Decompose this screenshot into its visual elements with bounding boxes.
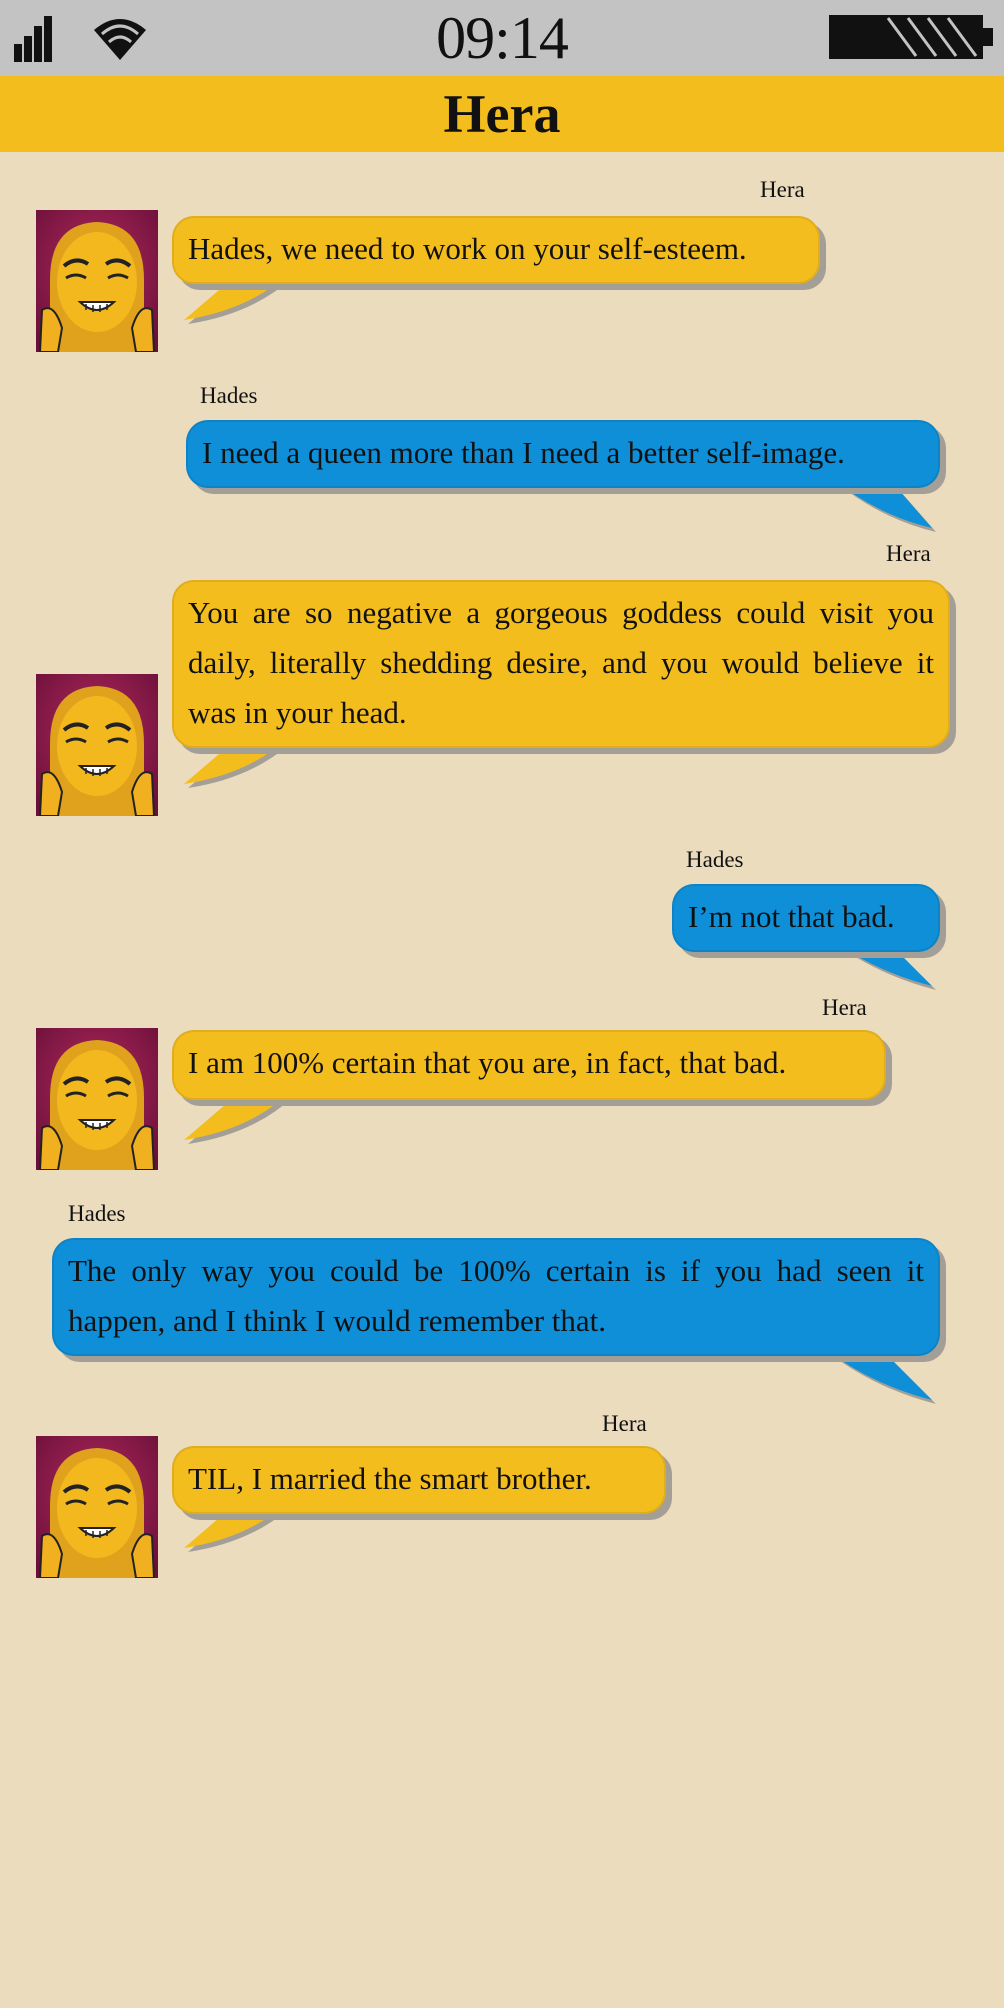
message-sender: Hades [200, 383, 258, 408]
message-bubble-hades[interactable]: The only way you could be 100% certain i… [52, 1238, 940, 1356]
message-bubble-hera[interactable]: Hades, we need to work on your self-este… [172, 216, 820, 284]
message-sender: Hades [68, 1201, 126, 1226]
chat-title: Hera [443, 84, 561, 144]
message-bubble-hera[interactable]: I am 100% certain that you are, in fact,… [172, 1030, 886, 1100]
message-bubble-hera[interactable]: TIL, I married the smart brother. [172, 1446, 666, 1514]
message-bubble-hades[interactable]: I’m not that bad. [672, 884, 940, 952]
message-sender: Hera [886, 541, 931, 566]
hera-avatar[interactable] [36, 1436, 158, 1578]
message-sender: Hera [760, 177, 805, 202]
chat-header: Hera [0, 76, 1004, 152]
message-sender: Hera [822, 995, 867, 1020]
message-sender: Hera [602, 1411, 647, 1436]
status-bar: 09:14 [0, 0, 1004, 76]
battery-icon [829, 15, 993, 59]
message-bubble-hera[interactable]: You are so negative a gorgeous goddess c… [172, 580, 950, 748]
hera-avatar[interactable] [36, 1028, 158, 1170]
message-sender: Hades [686, 847, 744, 872]
hera-avatar[interactable] [36, 210, 158, 352]
message-bubble-hades[interactable]: I need a queen more than I need a better… [186, 420, 940, 488]
hera-avatar[interactable] [36, 674, 158, 816]
